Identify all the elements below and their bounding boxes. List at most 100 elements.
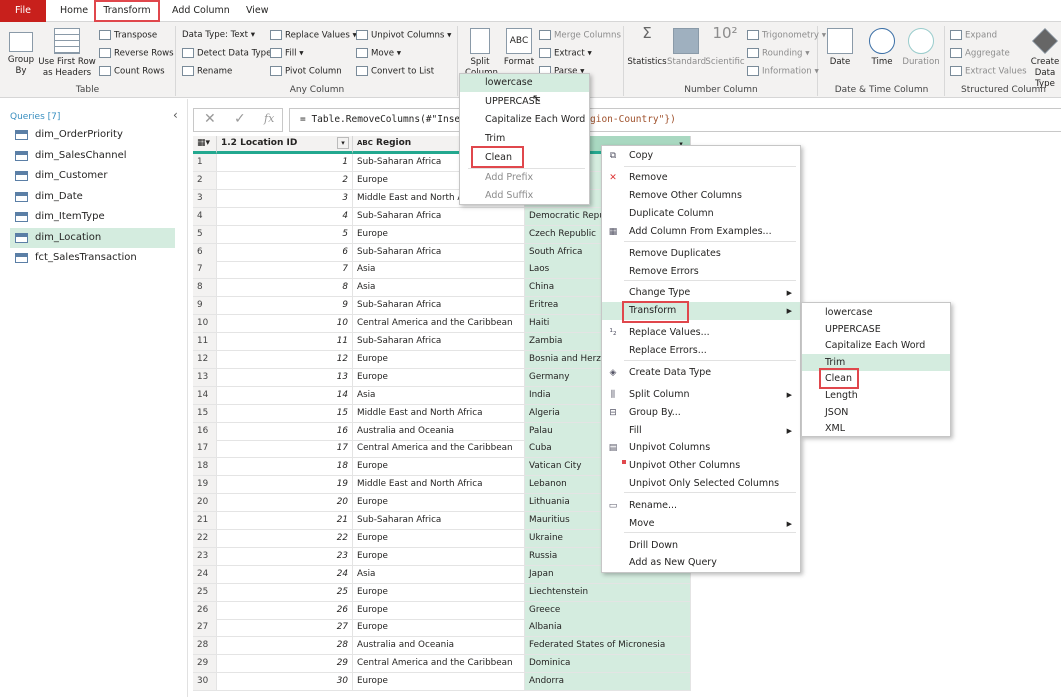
cell-location-id[interactable]: 9 [217, 297, 353, 316]
row-number[interactable]: 10 [193, 315, 217, 334]
cell-region[interactable]: Asia [353, 279, 525, 298]
replace-values-button[interactable]: Replace Values ▾ [270, 30, 357, 41]
query-item[interactable]: dim_ItemType [10, 207, 175, 227]
time-button[interactable]: Time [867, 28, 897, 68]
tab-transform[interactable]: Transform [94, 0, 160, 22]
row-number[interactable]: 2 [193, 171, 217, 190]
context-menu-item[interactable]: ◈ Create Data Type [602, 364, 800, 382]
count-rows-button[interactable]: Count Rows [99, 66, 165, 77]
cell-location-id[interactable]: 10 [217, 315, 353, 334]
cell-location-id[interactable]: 12 [217, 350, 353, 369]
pivot-column-button[interactable]: Pivot Column [270, 66, 342, 77]
cell-region[interactable]: Sub-Saharan Africa [353, 512, 525, 530]
information-button[interactable]: Information ▾ [747, 66, 819, 77]
cell-location-id[interactable]: 5 [217, 225, 353, 244]
row-number[interactable]: 18 [193, 458, 217, 477]
tab-add-column[interactable]: Add Column [162, 0, 240, 22]
context-menu-item[interactable]: ¹₂ Replace Values... [602, 324, 800, 342]
row-number[interactable]: 4 [193, 207, 217, 226]
row-number[interactable]: 12 [193, 350, 217, 369]
row-number[interactable]: 24 [193, 565, 217, 584]
group-by-button[interactable]: Group By [4, 32, 38, 77]
column-header-location-id[interactable]: 1.2 Location ID ▾ [217, 136, 353, 154]
cell-country[interactable]: Liechtenstein [525, 583, 691, 602]
query-item[interactable]: dim_OrderPriority [10, 125, 175, 145]
formula-input[interactable]: = Table.RemoveColumns(#"Inser gion-Countr… [289, 108, 1061, 132]
context-menu-item[interactable]: Duplicate Column [602, 205, 800, 223]
transform-submenu-item[interactable]: JSON [802, 404, 950, 421]
row-number[interactable]: 19 [193, 476, 217, 495]
cell-location-id[interactable]: 4 [217, 207, 353, 226]
cell-region[interactable]: Asia [353, 261, 525, 280]
context-menu-item[interactable]: Remove Errors [602, 263, 800, 281]
statistics-button[interactable]: Σ Statistics [627, 26, 667, 68]
use-first-row-button[interactable]: Use First Row as Headers [38, 28, 96, 79]
unpivot-columns-button[interactable]: Unpivot Columns ▾ [356, 30, 451, 41]
context-menu-item[interactable]: Unpivot Only Selected Columns [602, 475, 800, 493]
tab-home[interactable]: Home [50, 0, 98, 22]
cell-country[interactable]: Federated States of Micronesia [525, 637, 691, 656]
filter-dropdown-icon[interactable]: ▾ [337, 137, 349, 149]
query-item[interactable]: dim_Location [10, 227, 175, 248]
row-number[interactable]: 17 [193, 440, 217, 459]
cell-location-id[interactable]: 6 [217, 243, 353, 262]
transform-submenu-item[interactable]: Capitalize Each Word [802, 337, 950, 354]
cell-region[interactable]: Sub-Saharan Africa [353, 243, 525, 262]
cell-region[interactable]: Europe [353, 619, 525, 638]
fill-button[interactable]: Fill ▾ [270, 48, 304, 59]
cell-location-id[interactable]: 27 [217, 619, 353, 638]
row-number[interactable]: 30 [193, 673, 217, 692]
cell-location-id[interactable]: 2 [217, 171, 353, 190]
cell-location-id[interactable]: 24 [217, 565, 353, 584]
cell-region[interactable]: Europe [353, 601, 525, 620]
cancel-icon[interactable]: ✕ [204, 111, 216, 127]
row-number[interactable]: 22 [193, 529, 217, 548]
data-type-dropdown[interactable]: Data Type: Text ▾ [182, 30, 255, 40]
transform-submenu-item[interactable]: lowercase [802, 304, 950, 321]
row-number[interactable]: 5 [193, 225, 217, 244]
row-number[interactable]: 23 [193, 547, 217, 566]
cell-region[interactable]: Sub-Saharan Africa [353, 333, 525, 351]
context-menu-item[interactable]: ▭ Rename... [602, 497, 800, 515]
cell-country[interactable]: Dominica [525, 655, 691, 674]
merge-columns-button[interactable]: Merge Columns [539, 30, 621, 41]
tab-view[interactable]: View [236, 0, 279, 22]
cell-location-id[interactable]: 21 [217, 512, 353, 530]
context-menu-item[interactable]: Change Type ▶ [602, 284, 800, 302]
row-number[interactable]: 15 [193, 404, 217, 423]
trigonometry-button[interactable]: Trigonometry ▾ [747, 30, 826, 41]
format-menu-item[interactable]: lowercase [460, 74, 589, 92]
context-menu-item[interactable]: ▤ Unpivot Columns [602, 439, 800, 457]
aggregate-button[interactable]: Aggregate [950, 48, 1010, 59]
fx-icon[interactable]: fx [264, 112, 274, 125]
query-item[interactable]: fct_SalesTransaction [10, 248, 175, 268]
cell-region[interactable]: Central America and the Caribbean [353, 315, 525, 334]
rename-button[interactable]: Rename [182, 66, 232, 77]
cell-region[interactable]: Asia [353, 386, 525, 405]
row-number[interactable]: 25 [193, 583, 217, 602]
cell-region[interactable]: Australia and Oceania [353, 422, 525, 441]
context-menu-item[interactable]: Remove Other Columns [602, 187, 800, 205]
context-menu-item[interactable]: ⫼ Split Column ▶ [602, 386, 800, 404]
context-menu-item[interactable]: Unpivot Other Columns [602, 457, 800, 475]
cell-location-id[interactable]: 20 [217, 494, 353, 513]
cell-country[interactable]: Albania [525, 619, 691, 638]
cell-location-id[interactable]: 14 [217, 386, 353, 405]
cell-location-id[interactable]: 22 [217, 529, 353, 548]
convert-to-list-button[interactable]: Convert to List [356, 66, 434, 77]
split-column-button[interactable]: Split Column [465, 28, 498, 79]
cell-location-id[interactable]: 13 [217, 368, 353, 387]
tab-file[interactable]: File [0, 0, 46, 22]
transform-submenu-item[interactable]: UPPERCASE [802, 321, 950, 338]
row-number[interactable]: 1 [193, 154, 217, 172]
context-menu-item[interactable]: ⧉ Copy [602, 147, 800, 165]
cell-location-id[interactable]: 25 [217, 583, 353, 602]
format-menu-item[interactable]: Capitalize Each Word [460, 111, 589, 129]
row-number[interactable]: 3 [193, 189, 217, 208]
context-menu-item[interactable]: ✕ Remove [602, 169, 800, 187]
cell-region[interactable]: Central America and the Caribbean [353, 440, 525, 459]
cell-region[interactable]: Europe [353, 494, 525, 513]
cell-location-id[interactable]: 18 [217, 458, 353, 477]
context-menu-item[interactable]: Fill ▶ [602, 422, 800, 440]
extract-values-button[interactable]: Extract Values [950, 66, 1027, 77]
